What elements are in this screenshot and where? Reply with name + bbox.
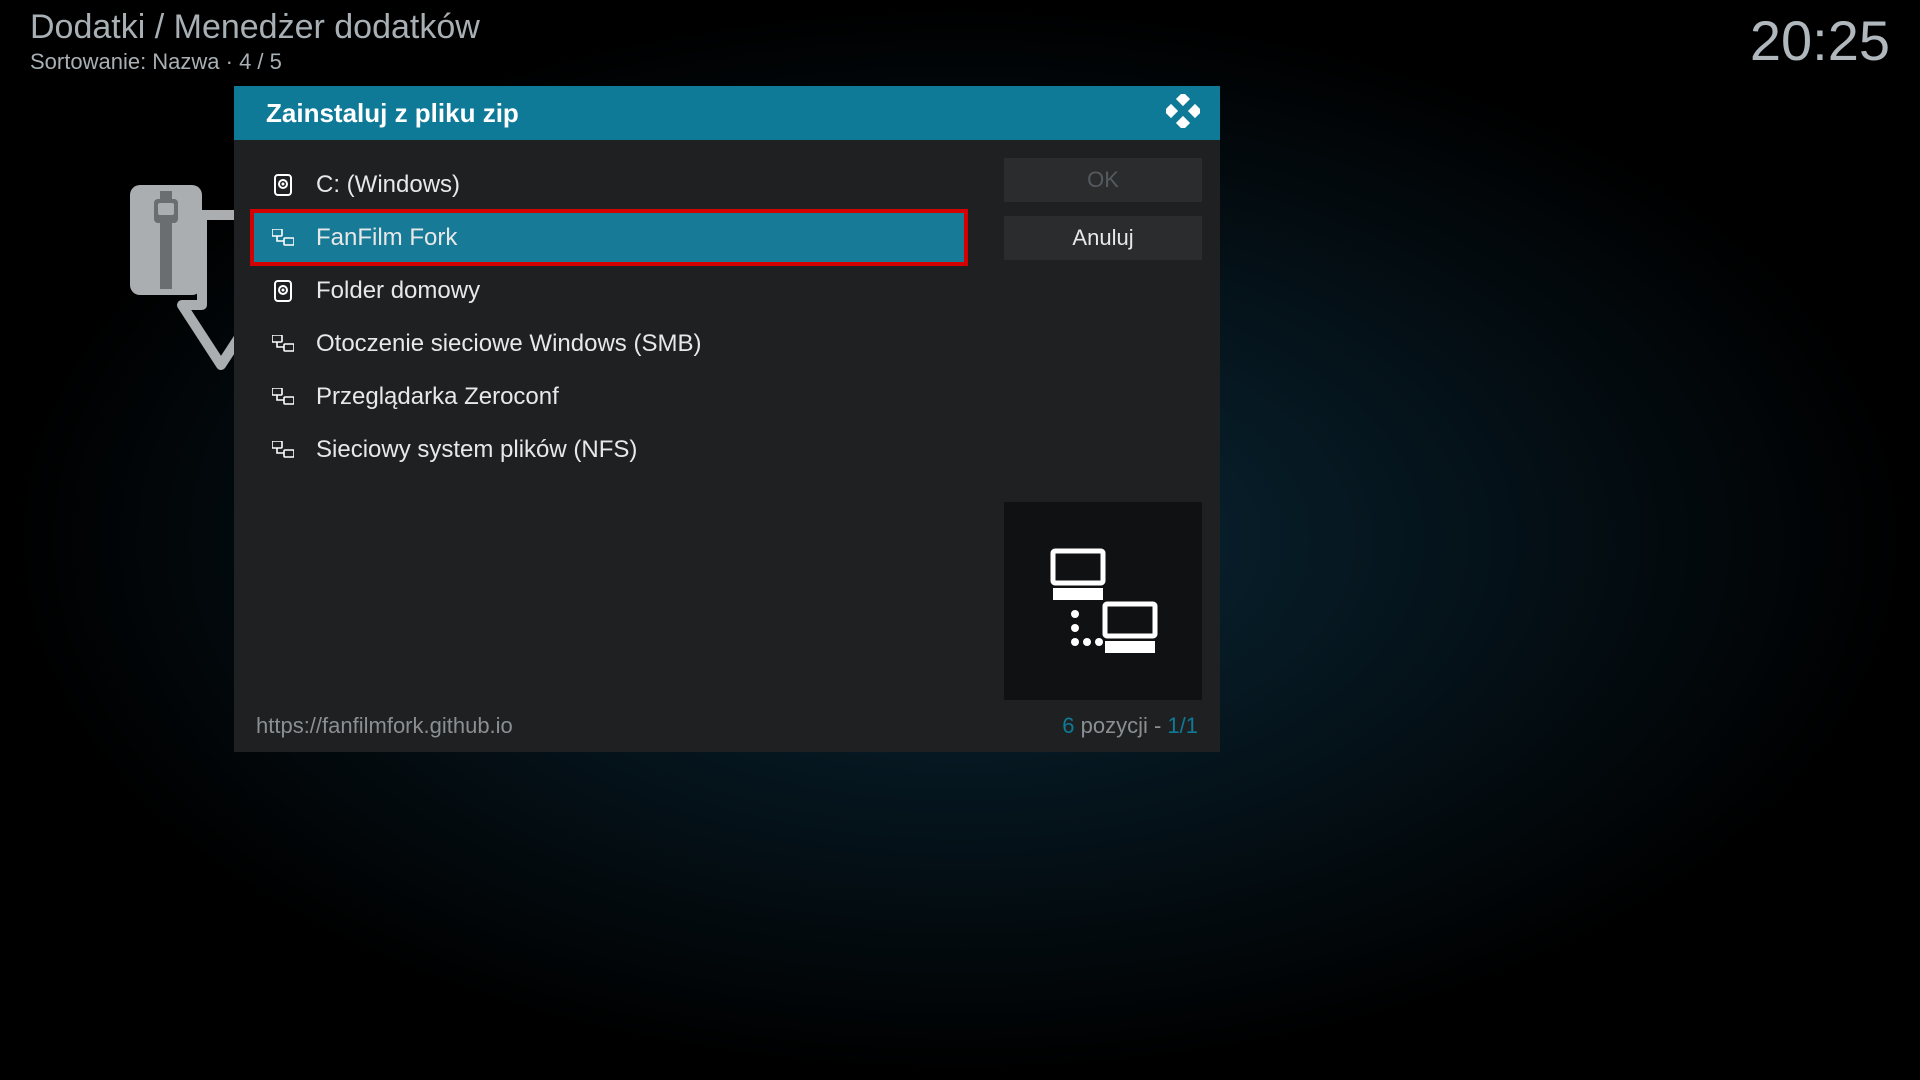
network-icon [272,388,294,406]
install-from-zip-dialog: Zainstaluj z pliku zip C: (Windows) [234,86,1220,752]
network-icon [272,335,294,353]
list-item-label: Folder domowy [316,277,480,305]
list-item-label: Przeglądarka Zeroconf [316,383,559,411]
hdd-icon [272,174,294,196]
list-item[interactable]: C: (Windows) [252,158,966,211]
clock: 20:25 [1750,8,1890,73]
hdd-icon [272,280,294,302]
list-item[interactable]: Otoczenie sieciowe Windows (SMB) [252,317,966,370]
ok-button[interactable]: OK [1004,158,1202,202]
list-item[interactable]: Przeglądarka Zeroconf [252,370,966,423]
network-icon [272,229,294,247]
list-item-label: C: (Windows) [316,171,460,199]
list-item[interactable]: Sieciowy system plików (NFS) [252,423,966,476]
file-browser-list: C: (Windows) FanFilm Fork Folder domowy … [252,158,966,700]
cancel-button[interactable]: Anuluj [1004,216,1202,260]
footer-count: 6 pozycji - 1/1 [1062,713,1198,739]
list-item[interactable]: Folder domowy [252,264,966,317]
breadcrumb: Dodatki / Menedżer dodatków [30,8,480,47]
kodi-logo-icon [1166,94,1200,133]
list-item-label: FanFilm Fork [316,224,457,252]
footer-path: https://fanfilmfork.github.io [256,713,513,739]
sort-indicator: Sortowanie: Nazwa · 4 / 5 [30,49,480,75]
list-item-label: Otoczenie sieciowe Windows (SMB) [316,330,701,358]
dialog-title: Zainstaluj z pliku zip [266,98,519,129]
network-icon [272,441,294,459]
list-item[interactable]: FanFilm Fork [252,211,966,264]
network-share-icon [1043,546,1163,656]
list-item-label: Sieciowy system plików (NFS) [316,436,637,464]
preview-thumbnail [1004,502,1202,700]
